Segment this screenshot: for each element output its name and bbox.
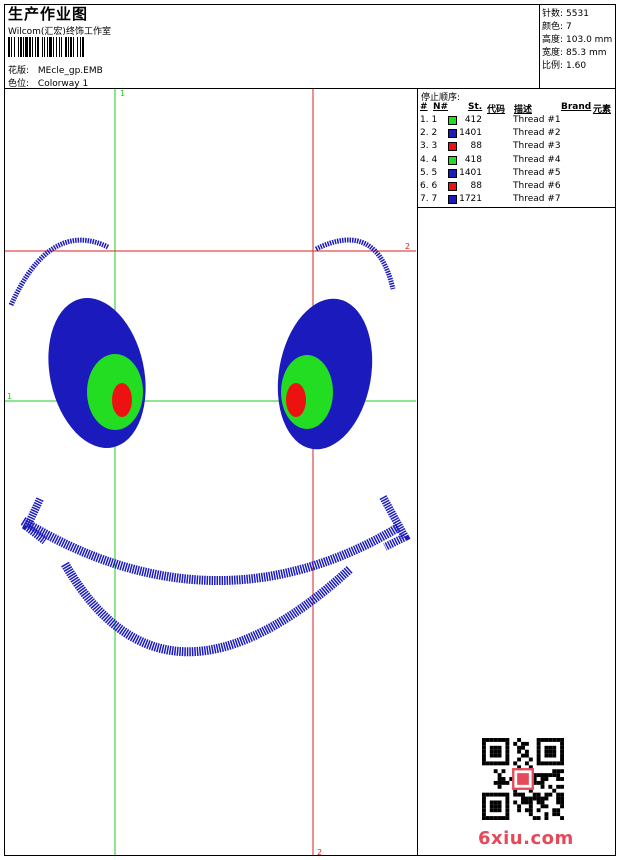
col-st: St.: [468, 102, 483, 112]
col-desc: 描述: [514, 105, 533, 115]
thread-index: 4. 4: [420, 154, 438, 165]
thread-row: 7. 7 1721 Thread #7: [420, 194, 616, 207]
col-n: N#: [433, 102, 449, 112]
colorway-row: 色位: Colorway 1: [8, 76, 88, 89]
thread-code: 1721: [459, 194, 482, 205]
page-title: 生产作业图: [8, 5, 89, 23]
right-pupil: [286, 383, 306, 417]
thread-index: 7. 7: [420, 194, 438, 205]
thread-swatch: [448, 195, 457, 205]
colorway-value: Colorway 1: [37, 79, 89, 89]
col-code: 代码: [487, 105, 506, 115]
thread-code: 88: [470, 141, 482, 152]
thread-row: 3. 3 88 Thread #3: [420, 141, 616, 154]
thread-index: 1. 1: [420, 115, 438, 125]
barcode: [8, 37, 151, 57]
brand-watermark: 6xiu.com: [478, 828, 574, 849]
right-eyebrow: [314, 237, 396, 290]
thread-code: 1401: [459, 167, 482, 178]
stat-colors: 颜色: 7: [542, 22, 572, 32]
thread-index: 3. 3: [420, 141, 438, 152]
thread-swatch: [448, 168, 457, 178]
thread-code: 418: [464, 154, 482, 165]
stat-stitches: 针数: 5531: [542, 9, 589, 19]
thread-swatch: [448, 142, 457, 152]
guide-v2-label: 2: [317, 848, 322, 855]
design-file: MEcle_gp.EMB: [37, 66, 103, 76]
colorway-label: 色位:: [8, 79, 30, 89]
col-hash: #: [420, 102, 428, 112]
design-label: 花版:: [8, 66, 30, 76]
thread-index: 6. 6: [420, 181, 438, 191]
mouth-left-corner: [22, 497, 48, 545]
thread-row: 2. 2 1401 Thread #2: [420, 128, 616, 141]
embroidery-design: 1 1 2 2: [5, 89, 416, 855]
thread-code: 1401: [459, 128, 482, 139]
mouth-upper-lip: [20, 517, 402, 586]
thread-desc: Thread #1: [513, 115, 561, 125]
thread-code: 88: [470, 181, 482, 191]
col-elem: 元素: [593, 105, 612, 115]
thread-desc: Thread #6: [513, 181, 561, 191]
thread-desc: Thread #2: [513, 128, 561, 139]
guide-v1-label: 1: [120, 89, 125, 98]
left-pupil: [112, 383, 132, 417]
stat-height: 高度: 103.0 mm: [542, 35, 613, 45]
thread-row: 4. 4 418 Thread #4: [420, 155, 616, 168]
company-name: Wilcom(汇宏)终饰工作室: [8, 27, 111, 37]
thread-desc: Thread #4: [513, 154, 561, 165]
thread-desc: Thread #5: [513, 167, 561, 178]
thread-swatch: [448, 182, 457, 191]
thread-row: 1. 1 412 Thread #1: [420, 115, 616, 128]
stats-divider: [539, 4, 540, 88]
thread-index: 5. 5: [420, 167, 438, 178]
thread-row: 5. 5 1401 Thread #5: [420, 168, 616, 181]
mouth-right-corner: [379, 495, 411, 551]
design-row: 花版: MEcle_gp.EMB: [8, 63, 103, 76]
col-brand: Brand: [561, 102, 592, 112]
guide-h1-label: 1: [7, 392, 12, 401]
thread-desc: Thread #3: [513, 141, 561, 152]
thread-index: 2. 2: [420, 128, 438, 139]
thread-swatch: [448, 155, 457, 165]
stat-width: 宽度: 85.3 mm: [542, 48, 607, 58]
stat-scale: 比例: 1.60: [542, 61, 587, 71]
thread-swatch: [448, 129, 457, 139]
thread-desc: Thread #7: [513, 194, 561, 205]
guide-h2-label: 2: [405, 242, 410, 251]
left-eyebrow: [8, 237, 110, 307]
qr-code-icon: [482, 738, 564, 820]
thread-row: 6. 6 88 Thread #6: [420, 181, 616, 194]
thread-swatch: [448, 116, 457, 125]
design-panel-divider: [417, 88, 418, 856]
thread-code: 412: [464, 115, 482, 125]
